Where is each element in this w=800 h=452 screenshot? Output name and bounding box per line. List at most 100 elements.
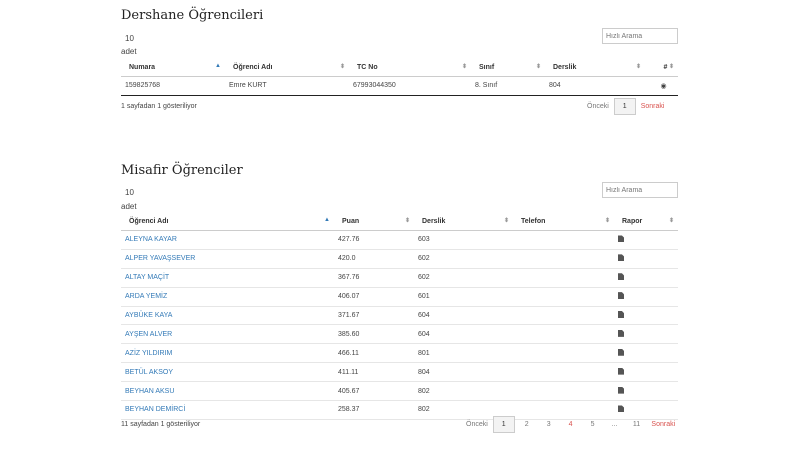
table-row: ARDA YEMİZ 406.07 601 bbox=[121, 287, 678, 307]
section2-header-row: Öğrenci Adı ▲ Puan ⬍ Derslik ⬍ Telefon ⬍ Rap… bbox=[121, 213, 678, 231]
sort-asc-icon: ▲ bbox=[324, 217, 330, 223]
cell-ogrenci-adi[interactable]: AYŞEN ALVER bbox=[121, 324, 334, 345]
cell-rapor bbox=[614, 381, 678, 402]
pager-page-1[interactable]: 1 bbox=[613, 98, 636, 115]
document-icon[interactable] bbox=[618, 348, 624, 356]
table-row: BETÜL AKSOY 411.11 804 bbox=[121, 362, 678, 383]
cell-rapor bbox=[614, 268, 678, 288]
cell-derslik: 804 bbox=[414, 362, 513, 383]
section1-info: 1 sayfadan 1 gösteriliyor bbox=[121, 103, 197, 110]
document-icon[interactable] bbox=[618, 273, 624, 281]
cell-numara: 159825768 bbox=[121, 76, 225, 96]
cell-puan: 405.67 bbox=[334, 381, 414, 402]
cell-derslik: 602 bbox=[414, 249, 513, 269]
section1-search-input[interactable] bbox=[602, 28, 678, 44]
col-telefon[interactable]: Telefon ⬍ bbox=[513, 213, 614, 231]
cell-ogrenci-adi[interactable]: ALEYNA KAYAR bbox=[121, 230, 334, 250]
sort-icon: ⬍ bbox=[604, 218, 610, 224]
table-row: BEYHAN AKSU 405.67 802 bbox=[121, 381, 678, 402]
cell-ogrenci-adi[interactable]: AZİZ YILDIRIM bbox=[121, 343, 334, 364]
col-derslik[interactable]: Derslik ⬍ bbox=[545, 59, 645, 77]
cell-ogrenci-adi[interactable]: AYBÜKE KAYA bbox=[121, 306, 334, 326]
pager-next[interactable]: Sonraki bbox=[648, 417, 678, 432]
cell-telefon bbox=[513, 268, 614, 288]
section2-table-body: ALEYNA KAYAR 427.76 603 ALPER YAVAŞSEVER 420… bbox=[121, 230, 678, 420]
pager-page-11[interactable]: 11 bbox=[626, 417, 646, 432]
col-ogrenci-adi[interactable]: Öğrenci Adı ⬍ bbox=[225, 59, 349, 77]
document-icon[interactable] bbox=[618, 235, 624, 243]
section1-length-select[interactable]: 10 bbox=[125, 34, 134, 43]
pager-page-2[interactable]: 2 bbox=[517, 417, 537, 432]
col-numara[interactable]: Numara ▲ bbox=[121, 59, 225, 77]
cell-telefon bbox=[513, 381, 614, 402]
cell-telefon bbox=[513, 324, 614, 345]
cell-ogrenci-adi[interactable]: BETÜL AKSOY bbox=[121, 362, 334, 383]
section2-length-suffix: adet bbox=[121, 202, 137, 211]
cell-puan: 258.37 bbox=[334, 400, 414, 420]
cell-rapor bbox=[614, 362, 678, 383]
document-icon[interactable] bbox=[618, 292, 624, 300]
cell-tc-no: 67993044350 bbox=[349, 76, 471, 96]
cell-rapor bbox=[614, 230, 678, 250]
cell-derslik: 804 bbox=[545, 76, 645, 96]
cell-rapor bbox=[614, 287, 678, 307]
document-icon[interactable] bbox=[618, 311, 624, 318]
sort-asc-icon: ▲ bbox=[215, 63, 221, 69]
cell-ogrenci-adi[interactable]: BEYHAN DEMİRCİ bbox=[121, 400, 334, 420]
cell-puan: 406.07 bbox=[334, 287, 414, 307]
cell-derslik: 603 bbox=[414, 230, 513, 250]
col-puan[interactable]: Puan ⬍ bbox=[334, 213, 414, 231]
section1-length-suffix: adet bbox=[121, 47, 137, 56]
cell-puan: 411.11 bbox=[334, 362, 414, 383]
table-row: ALEYNA KAYAR 427.76 603 bbox=[121, 230, 678, 250]
cell-ogrenci-adi[interactable]: BEYHAN AKSU bbox=[121, 381, 334, 402]
cell-ogrenci-adi: Emre KURT bbox=[225, 76, 349, 96]
col-tc-no[interactable]: TC No ⬍ bbox=[349, 59, 471, 77]
col-rapor[interactable]: Rapor ⬍ bbox=[614, 213, 678, 231]
pager-prev[interactable]: Önceki bbox=[584, 99, 612, 114]
col-ogrenci-adi[interactable]: Öğrenci Adı ▲ bbox=[121, 213, 334, 231]
col-action[interactable]: # ⬍ bbox=[645, 59, 678, 77]
col-derslik[interactable]: Derslik ⬍ bbox=[414, 213, 513, 231]
document-icon[interactable] bbox=[618, 367, 624, 375]
cell-rapor bbox=[614, 306, 678, 326]
cell-puan: 385.60 bbox=[334, 324, 414, 345]
pager-page-4[interactable]: 4 bbox=[561, 417, 581, 432]
cell-sinif: 8. Sınıf bbox=[471, 76, 545, 96]
cell-derslik: 802 bbox=[414, 381, 513, 402]
cell-rapor bbox=[614, 249, 678, 269]
cell-puan: 367.76 bbox=[334, 268, 414, 288]
section2-info: 11 sayfadan 1 gösteriliyor bbox=[121, 421, 201, 428]
cell-telefon bbox=[513, 249, 614, 269]
document-icon[interactable] bbox=[618, 386, 624, 394]
section2-search-input[interactable] bbox=[602, 182, 678, 198]
section1-header-row: Numara ▲ Öğrenci Adı ⬍ TC No ⬍ Sınıf ⬍ Dersl… bbox=[121, 59, 678, 77]
document-icon[interactable] bbox=[618, 405, 624, 413]
col-sinif[interactable]: Sınıf ⬍ bbox=[471, 59, 545, 77]
cell-ogrenci-adi[interactable]: ALTAY MAÇİT bbox=[121, 268, 334, 288]
pager-page-3[interactable]: 3 bbox=[539, 417, 559, 432]
section2-table: Öğrenci Adı ▲ Puan ⬍ Derslik ⬍ Telefon ⬍ Rap… bbox=[121, 213, 678, 420]
pager-page-1[interactable]: 1 bbox=[492, 416, 515, 433]
table-row: AZİZ YILDIRIM 466.11 801 bbox=[121, 343, 678, 364]
pager-ellipsis: ... bbox=[611, 421, 618, 428]
document-icon[interactable] bbox=[618, 329, 624, 337]
cell-puan: 466.11 bbox=[334, 343, 414, 364]
table-row: AYŞEN ALVER 385.60 604 bbox=[121, 324, 678, 345]
cell-rapor bbox=[614, 324, 678, 345]
cell-telefon bbox=[513, 287, 614, 307]
table-row: AYBÜKE KAYA 371.67 604 bbox=[121, 306, 678, 326]
sort-icon: ⬍ bbox=[668, 218, 674, 224]
sort-icon: ⬍ bbox=[404, 218, 410, 224]
pager-page-5[interactable]: 5 bbox=[583, 417, 603, 432]
pager-prev[interactable]: Önceki bbox=[463, 417, 491, 432]
document-icon[interactable] bbox=[618, 254, 624, 262]
eye-icon[interactable]: ◉ bbox=[645, 76, 678, 96]
sort-icon: ⬍ bbox=[635, 64, 641, 70]
cell-rapor bbox=[614, 343, 678, 364]
cell-ogrenci-adi[interactable]: ARDA YEMİZ bbox=[121, 287, 334, 307]
table-row: ALPER YAVAŞSEVER 420.0 602 bbox=[121, 249, 678, 269]
section2-length-select[interactable]: 10 bbox=[125, 188, 134, 197]
pager-next[interactable]: Sonraki bbox=[638, 99, 668, 114]
cell-ogrenci-adi[interactable]: ALPER YAVAŞSEVER bbox=[121, 249, 334, 269]
